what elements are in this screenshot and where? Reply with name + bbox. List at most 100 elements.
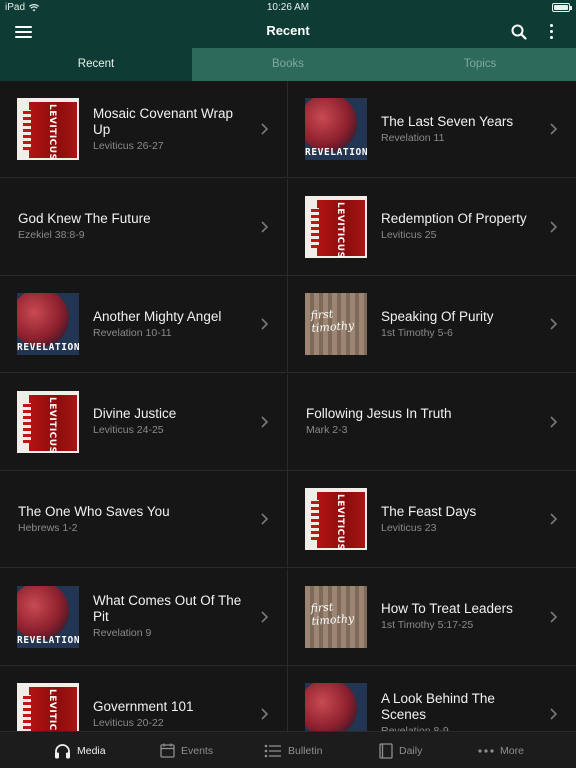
thumbnail-text: LEVITICUS (47, 689, 57, 731)
sermon-list-item[interactable]: REVELATION What Comes Out Of The Pit Revel… (0, 568, 288, 666)
item-text: Speaking Of Purity 1st Timothy 5-6 (381, 276, 540, 372)
thumbnail-text: REVELATION (17, 634, 79, 646)
scripture-reference: Leviticus 24-25 (93, 424, 164, 436)
sermon-title: What Comes Out Of The Pit (93, 593, 242, 624)
overflow-menu-icon[interactable] (546, 24, 556, 40)
sermon-title: Redemption Of Property (381, 211, 527, 226)
sermon-list-item[interactable]: REVELATION A Look Behind The Scenes Revela… (288, 666, 576, 731)
chevron-right-icon (261, 123, 269, 135)
sermon-list-item[interactable]: LEVITICUS Government 101 Leviticus 20-22 (0, 666, 288, 731)
battery-icon (552, 3, 572, 12)
leviticus-series-thumbnail: LEVITICUS (17, 390, 79, 453)
item-text: God Knew The Future Ezekiel 38:8-9 (18, 179, 251, 275)
status-bar: iPad 10:26 AM (0, 0, 576, 16)
sermon-list-item[interactable]: first timothy How To Treat Leaders 1st Tim… (288, 569, 576, 666)
item-text: Redemption Of Property Leviticus 25 (381, 179, 540, 275)
sermon-list-item[interactable]: The One Who Saves You Hebrews 1-2 (0, 471, 288, 568)
scripture-reference: 1st Timothy 5:17-25 (381, 619, 474, 631)
nav-events[interactable]: Events (160, 732, 213, 768)
item-text: The Feast Days Leviticus 23 (381, 471, 540, 567)
sermon-title: Speaking Of Purity (381, 308, 494, 324)
item-text: What Comes Out Of The Pit Revelation 9 (93, 569, 251, 665)
sermon-title: Government 101 (93, 698, 194, 714)
book-icon (379, 742, 393, 759)
revelation-series-thumbnail: REVELATION (17, 293, 79, 355)
chevron-right-icon (550, 123, 558, 135)
scripture-reference: Revelation 10-11 (93, 326, 172, 339)
sermon-list-item[interactable]: Following Jesus In Truth Mark 2-3 (288, 374, 576, 471)
sermon-list-item[interactable]: REVELATION The Last Seven Years Revelation… (288, 81, 576, 178)
sermon-list-item[interactable]: first timothy Speaking Of Purity 1st Timot… (288, 276, 576, 373)
nav-label: More (500, 744, 524, 757)
search-icon[interactable] (511, 24, 527, 40)
scripture-reference: Leviticus 26-27 (93, 139, 164, 152)
nav-header: Recent (0, 16, 576, 48)
tab-label: Recent (77, 58, 115, 70)
sermon-list-item[interactable]: LEVITICUS Mosaic Covenant Wrap Up Leviticu… (0, 81, 288, 178)
sermon-list-item[interactable]: God Knew The Future Ezekiel 38:8-9 (0, 178, 288, 276)
thumbnail-text: first timothy (310, 307, 355, 335)
sermon-title: Divine Justice (93, 406, 177, 421)
nav-more[interactable]: More (478, 732, 524, 768)
sermon-list-item[interactable]: LEVITICUS The Feast Days Leviticus 23 (288, 471, 576, 568)
scripture-reference: 1st Timothy 5-6 (381, 326, 453, 339)
leviticus-series-thumbnail: LEVITICUS (17, 683, 79, 731)
thumbnail-text: REVELATION (17, 342, 79, 353)
scripture-reference: Revelation 8-9 (381, 724, 449, 732)
sermon-list-item[interactable]: LEVITICUS Divine Justice Leviticus 24-25 (0, 373, 288, 471)
item-text: Government 101 Leviticus 20-22 (93, 666, 251, 731)
leviticus-series-thumbnail: LEVITICUS (17, 98, 79, 160)
tab-topics[interactable]: Topics (384, 48, 576, 81)
chevron-right-icon (261, 318, 269, 330)
scripture-reference: Ezekiel 38:8-9 (18, 229, 85, 241)
chevron-right-icon (261, 220, 269, 233)
nav-label: Media (77, 744, 106, 757)
thumbnail-text: LEVITICUS (335, 494, 345, 550)
nav-label: Daily (399, 744, 423, 757)
item-text: A Look Behind The Scenes Revelation 8-9 (381, 666, 540, 732)
sermon-title: The Last Seven Years (381, 113, 514, 129)
sermon-title: Following Jesus In Truth (306, 406, 452, 421)
segmented-tabs: Recent Books Topics (0, 48, 576, 81)
chevron-right-icon (550, 220, 558, 233)
sermon-title: God Knew The Future (18, 211, 151, 226)
sermon-list-item[interactable]: LEVITICUS Redemption Of Property Leviticus… (288, 179, 576, 276)
scripture-reference: Leviticus 23 (381, 521, 437, 534)
nav-bulletin[interactable]: Bulletin (264, 732, 322, 768)
revelation-series-thumbnail: REVELATION (305, 98, 367, 160)
tab-books[interactable]: Books (192, 48, 384, 81)
nav-label: Bulletin (288, 744, 323, 757)
bottom-tab-bar: Media Events Bulletin Daily More (0, 731, 576, 768)
headphones-icon (55, 743, 70, 758)
nav-daily[interactable]: Daily (379, 732, 422, 768)
chevron-right-icon (261, 415, 269, 428)
item-text: Another Mighty Angel Revelation 10-11 (93, 276, 251, 372)
nav-label: Events (181, 744, 214, 757)
thumbnail-text: first timothy (310, 599, 355, 628)
more-dots-icon (478, 748, 494, 753)
chevron-right-icon (261, 610, 269, 623)
item-text: How To Treat Leaders 1st Timothy 5:17-25 (381, 569, 540, 665)
revelation-series-thumbnail: REVELATION (305, 683, 367, 731)
sermon-list-item[interactable]: REVELATION Another Mighty Angel Revelation… (0, 276, 288, 373)
scripture-reference: Mark 2-3 (306, 424, 348, 436)
item-text: Mosaic Covenant Wrap Up Leviticus 26-27 (93, 81, 251, 177)
chevron-right-icon (261, 513, 269, 525)
chevron-right-icon (550, 513, 558, 525)
thumbnail-text: LEVITICUS (335, 201, 345, 258)
sermon-title: Mosaic Covenant Wrap Up (93, 105, 234, 137)
sermon-title: The Feast Days (381, 503, 477, 519)
page-title: Recent (266, 23, 310, 38)
tab-label: Books (272, 58, 304, 70)
timothy-series-thumbnail: first timothy (305, 293, 367, 355)
scripture-reference: Hebrews 1-2 (18, 521, 78, 534)
nav-media[interactable]: Media (54, 732, 106, 768)
tab-label: Topics (463, 58, 497, 70)
leviticus-series-thumbnail: LEVITICUS (305, 488, 367, 550)
tab-recent[interactable]: Recent (0, 48, 192, 81)
list-icon (264, 744, 281, 757)
calendar-icon (160, 743, 175, 758)
sermon-grid: LEVITICUS Mosaic Covenant Wrap Up Leviticu… (0, 81, 576, 731)
revelation-series-thumbnail: REVELATION (17, 585, 79, 648)
thumbnail-text: LEVITICUS (47, 104, 57, 160)
